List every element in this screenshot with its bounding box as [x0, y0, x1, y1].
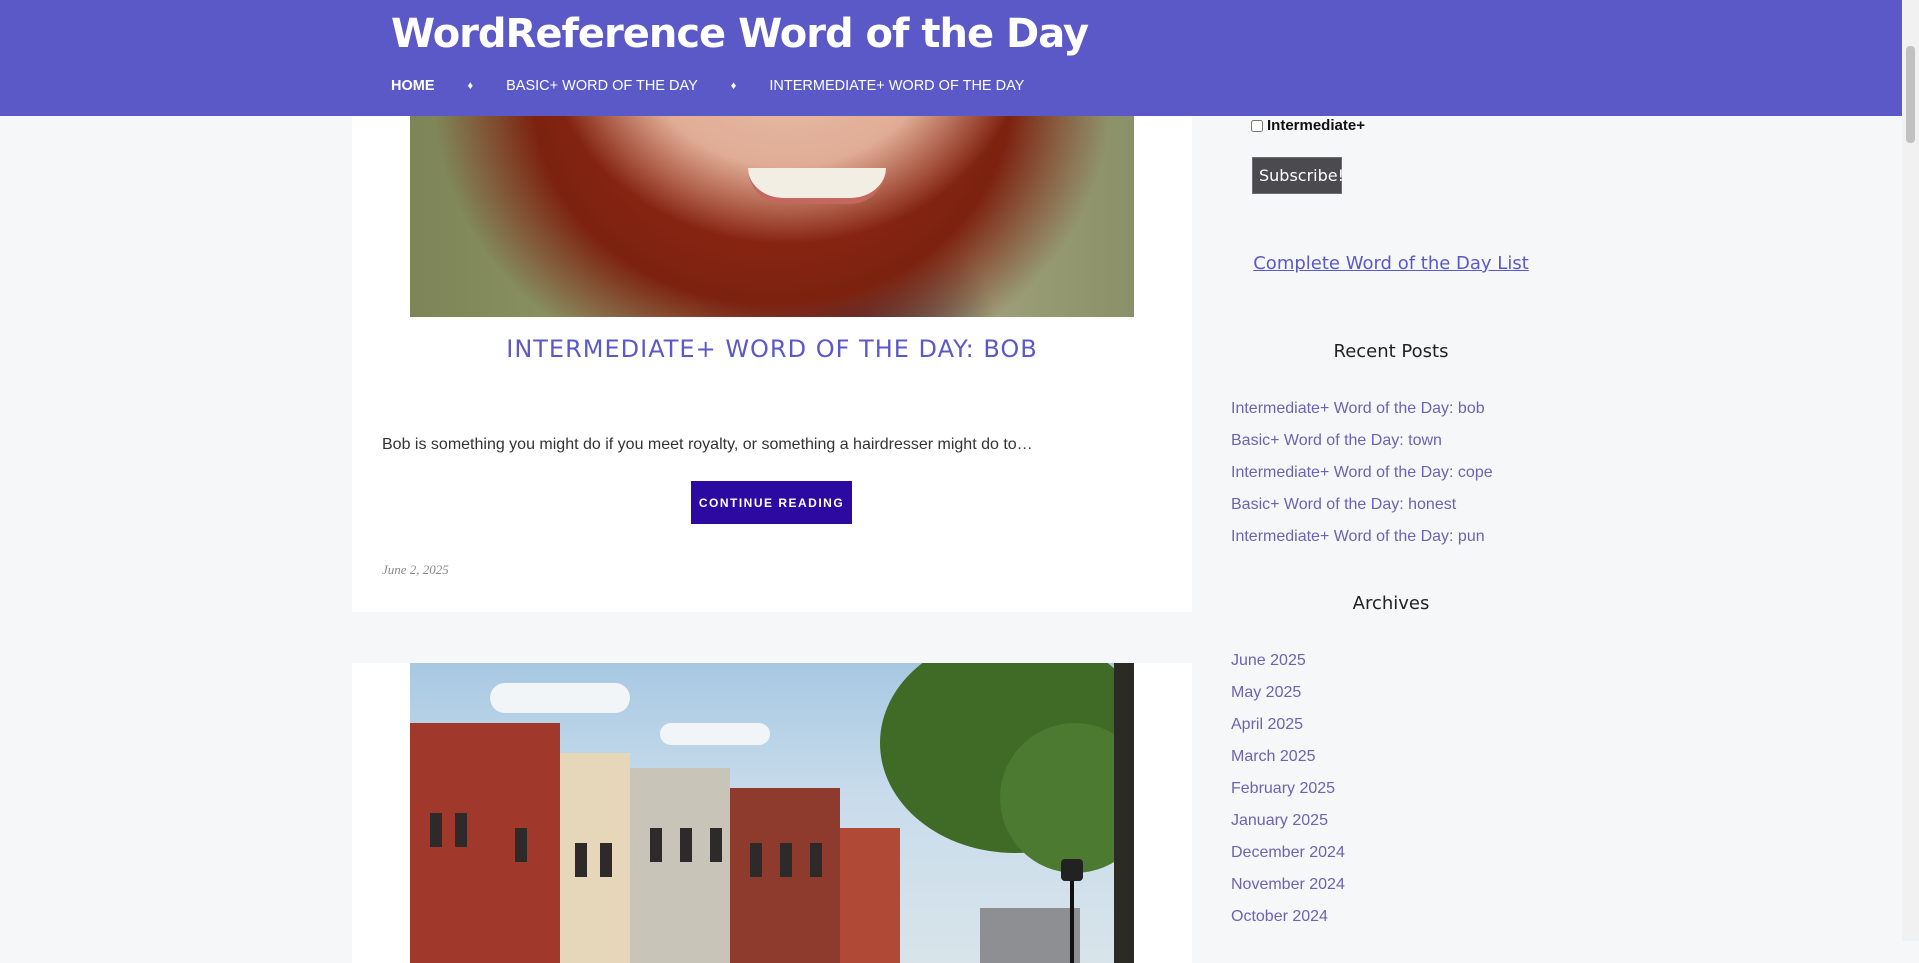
nav-separator-icon: ♦ — [730, 80, 737, 92]
site-header: WordReference Word of the Day HOME ♦ BAS… — [0, 0, 1902, 116]
subscribe-button[interactable]: Subscribe! — [1252, 157, 1344, 194]
site-title[interactable]: WordReference Word of the Day — [391, 8, 1089, 60]
recent-post-link[interactable]: Intermediate+ Word of the Day: bob — [1231, 400, 1485, 417]
list-item: May 2025 — [1231, 677, 1345, 709]
list-item: November 2024 — [1231, 869, 1345, 901]
list-item: December 2024 — [1231, 837, 1345, 869]
continue-reading-button[interactable]: CONTINUE READING — [691, 481, 852, 524]
complete-word-list-link[interactable]: Complete Word of the Day List — [1231, 253, 1551, 274]
intermediate-checkbox[interactable] — [1251, 119, 1263, 132]
recent-post-link[interactable]: Intermediate+ Word of the Day: cope — [1231, 464, 1493, 481]
archives-list: June 2025 May 2025 April 2025 March 2025… — [1231, 645, 1345, 933]
archive-link[interactable]: November 2024 — [1231, 876, 1345, 893]
page-scrollbar[interactable] — [1902, 0, 1919, 941]
archive-link[interactable]: May 2025 — [1231, 684, 1301, 701]
post-excerpt: Bob is something you might do if you mee… — [382, 436, 1033, 453]
intermediate-checkbox-row[interactable]: Intermediate+ — [1251, 117, 1365, 134]
post-featured-image[interactable] — [410, 663, 1134, 963]
nav-home[interactable]: HOME — [391, 78, 435, 94]
smile-graphic — [748, 168, 886, 204]
scrollbar-thumb[interactable] — [1906, 46, 1915, 143]
checkbox-label: Intermediate+ — [1267, 117, 1365, 134]
list-item: January 2025 — [1231, 805, 1345, 837]
archive-link[interactable]: October 2024 — [1231, 908, 1328, 925]
recent-posts-list: Intermediate+ Word of the Day: bob Basic… — [1231, 393, 1493, 553]
list-item: Intermediate+ Word of the Day: cope — [1231, 457, 1493, 489]
recent-post-link[interactable]: Intermediate+ Word of the Day: pun — [1231, 528, 1485, 545]
archive-link[interactable]: December 2024 — [1231, 844, 1345, 861]
main-nav: HOME ♦ BASIC+ WORD OF THE DAY ♦ INTERMED… — [391, 76, 1024, 96]
list-item: Intermediate+ Word of the Day: bob — [1231, 393, 1493, 425]
nav-intermediate-word-of-the-day[interactable]: INTERMEDIATE+ WORD OF THE DAY — [769, 78, 1024, 94]
list-item: Basic+ Word of the Day: honest — [1231, 489, 1493, 521]
archive-link[interactable]: April 2025 — [1231, 716, 1303, 733]
post-title[interactable]: INTERMEDIATE+ WORD OF THE DAY: BOB — [352, 335, 1192, 363]
recent-post-link[interactable]: Basic+ Word of the Day: town — [1231, 432, 1442, 449]
list-item: June 2025 — [1231, 645, 1345, 677]
archives-title: Archives — [1352, 593, 1430, 614]
post-card — [352, 663, 1192, 963]
list-item: February 2025 — [1231, 773, 1345, 805]
nav-separator-icon: ♦ — [467, 80, 474, 92]
archive-link[interactable]: February 2025 — [1231, 780, 1335, 797]
archive-link[interactable]: January 2025 — [1231, 812, 1328, 829]
list-item: Basic+ Word of the Day: town — [1231, 425, 1493, 457]
recent-post-link[interactable]: Basic+ Word of the Day: honest — [1231, 496, 1456, 513]
archive-link[interactable]: March 2025 — [1231, 748, 1316, 765]
sidebar: Intermediate+ Subscribe! Complete Word o… — [1231, 0, 1551, 941]
list-item: October 2024 — [1231, 901, 1345, 933]
archive-link[interactable]: June 2025 — [1231, 652, 1306, 669]
nav-basic-word-of-the-day[interactable]: BASIC+ WORD OF THE DAY — [506, 78, 698, 94]
post-date: June 2, 2025 — [382, 562, 449, 577]
list-item: April 2025 — [1231, 709, 1345, 741]
list-item: Intermediate+ Word of the Day: pun — [1231, 521, 1493, 553]
recent-posts-title: Recent Posts — [1333, 341, 1449, 362]
list-item: March 2025 — [1231, 741, 1345, 773]
